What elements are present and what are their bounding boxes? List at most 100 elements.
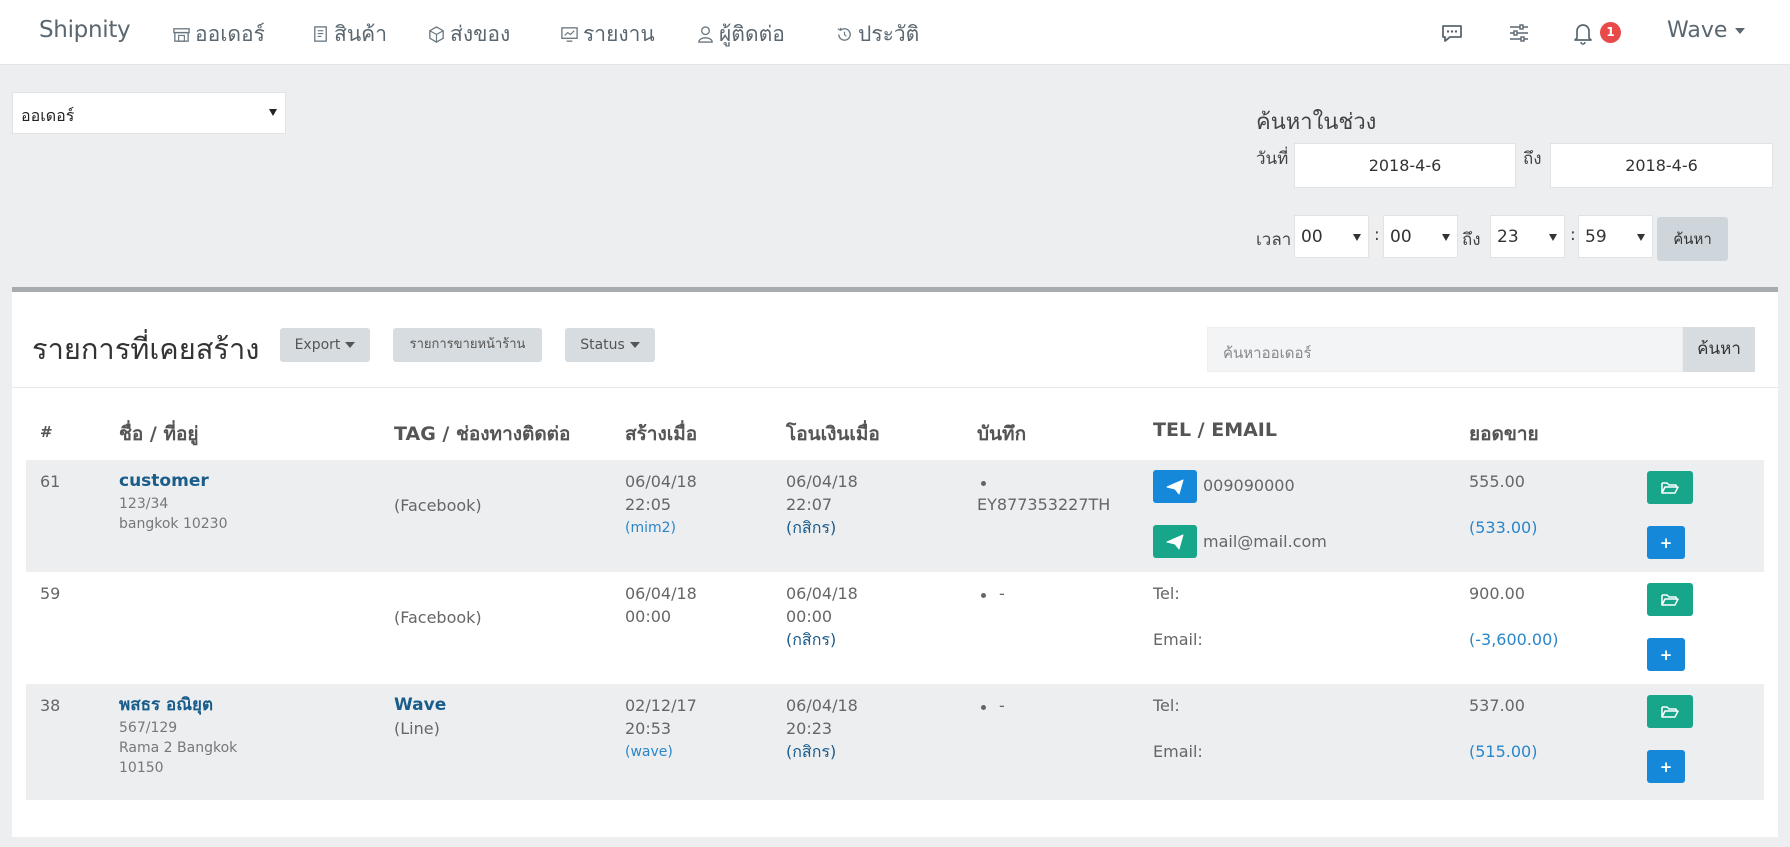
add-button[interactable]: +: [1647, 750, 1685, 783]
plus-icon: +: [1659, 534, 1673, 552]
open-order-button[interactable]: [1647, 695, 1693, 728]
date-label: วันที่: [1256, 149, 1289, 169]
send-icon: [1166, 479, 1184, 494]
nav-orders[interactable]: ออเดอร์: [172, 18, 265, 51]
total-value: 900.00: [1469, 584, 1525, 603]
email-label: Email:: [1153, 630, 1203, 649]
time-to-hour-select[interactable]: 23: [1490, 215, 1565, 258]
customer-name[interactable]: customer: [119, 470, 209, 493]
nav-reports[interactable]: รายงาน: [560, 18, 655, 51]
add-button[interactable]: +: [1647, 638, 1685, 671]
created-time: 00:00: [625, 607, 672, 626]
bell-icon[interactable]: [1570, 20, 1596, 46]
net-value: (515.00): [1469, 742, 1538, 761]
nav-products-label: สินค้า: [334, 22, 388, 46]
export-button[interactable]: Export: [280, 328, 370, 362]
chevron-down-icon: [345, 342, 356, 348]
status-button[interactable]: Status: [565, 328, 655, 362]
user-name: Wave: [1667, 18, 1728, 43]
nav-products[interactable]: สินค้า: [311, 18, 387, 51]
select-arrow-icon: [1353, 234, 1361, 241]
tag-label[interactable]: Wave: [394, 694, 446, 717]
type-select[interactable]: ออเดอร์: [12, 92, 286, 134]
plus-icon: +: [1659, 758, 1673, 776]
created-date: 06/04/18: [625, 584, 697, 603]
date-to-input[interactable]: 2018-4-6: [1550, 143, 1773, 188]
address-line: 10150: [119, 760, 164, 776]
net-value: (533.00): [1469, 518, 1538, 537]
created-by[interactable]: (mim2): [625, 517, 676, 540]
bank-name: (กสิกร): [786, 518, 837, 537]
product-icon: [314, 26, 327, 42]
folder-open-icon: [1661, 593, 1679, 606]
note-text: -: [999, 584, 1005, 603]
folder-open-icon: [1661, 705, 1679, 718]
user-menu[interactable]: Wave: [1667, 18, 1746, 43]
send-sms-button[interactable]: [1153, 470, 1197, 503]
tel-value: 009090000: [1203, 476, 1295, 495]
time-to-hour-value: 23: [1497, 227, 1519, 247]
report-icon: [561, 27, 578, 42]
address-line: 567/129: [119, 720, 178, 736]
col-header-id: #: [40, 423, 53, 441]
date-to-label: ถึง: [1523, 149, 1542, 169]
table-row[interactable]: 38 พสธร อณิยุต 567/129 Rama 2 Bangkok 10…: [26, 684, 1764, 800]
note-text: EY877353227TH: [977, 495, 1111, 514]
settings-sliders-icon[interactable]: [1506, 20, 1532, 46]
email-label: Email:: [1153, 742, 1203, 761]
order-search-button[interactable]: ค้นหา: [1683, 327, 1755, 372]
address-line: 123/34: [119, 496, 169, 512]
table-row[interactable]: 59 (Facebook) 06/04/18 00:00 06/04/18 00…: [26, 572, 1764, 684]
pos-button[interactable]: รายการขายหน้าร้าน: [393, 328, 542, 362]
time-from-minute-select[interactable]: 00: [1383, 215, 1458, 258]
chevron-down-icon: [1735, 27, 1746, 34]
created-time: 22:05: [625, 495, 672, 514]
send-email-button[interactable]: [1153, 525, 1197, 558]
total-value: 555.00: [1469, 472, 1525, 491]
address-line: bangkok 10230: [119, 516, 228, 532]
created-time: 20:53: [625, 719, 672, 738]
open-order-button[interactable]: [1647, 471, 1693, 504]
chat-icon[interactable]: [1439, 20, 1465, 46]
nav-shipping-label: ส่งของ: [450, 22, 511, 46]
store-icon: [173, 28, 190, 42]
select-arrow-icon: [1442, 234, 1450, 241]
folder-open-icon: [1661, 481, 1679, 494]
email-value: mail@mail.com: [1203, 532, 1327, 551]
customer-name[interactable]: พสธร อณิยุต: [119, 694, 213, 717]
select-arrow-icon: [1637, 234, 1645, 241]
panel-title: รายการที่เคยสร้าง: [32, 332, 260, 366]
channel: (Facebook): [394, 496, 482, 515]
time-from-minute-value: 00: [1390, 227, 1412, 247]
orders-panel: รายการที่เคยสร้าง Export รายการขายหน้าร้…: [12, 287, 1778, 837]
open-order-button[interactable]: [1647, 583, 1693, 616]
date-from-input[interactable]: 2018-4-6: [1294, 143, 1516, 188]
order-search-input[interactable]: ค้นหาออเดอร์: [1207, 327, 1683, 372]
bank-name: (กสิกร): [786, 630, 837, 649]
chevron-down-icon: [629, 342, 640, 348]
time-from-hour-select[interactable]: 00: [1294, 215, 1369, 258]
brand-logo[interactable]: Shipnity: [39, 17, 131, 43]
col-header-contact: TEL / EMAIL: [1153, 419, 1277, 441]
nav-history[interactable]: ประวัติ: [835, 18, 919, 51]
paid-date: 06/04/18: [786, 696, 858, 715]
paid-time: 22:07: [786, 495, 833, 514]
plus-icon: +: [1659, 646, 1673, 664]
paid-time: 00:00: [786, 607, 833, 626]
nav-orders-label: ออเดอร์: [195, 22, 265, 46]
range-search-button[interactable]: ค้นหา: [1657, 217, 1728, 261]
type-select-value: ออเดอร์: [21, 106, 75, 125]
table-row[interactable]: 61 customer 123/34 bangkok 10230 (Facebo…: [26, 460, 1764, 572]
nav-contacts[interactable]: ผู้ติดต่อ: [696, 18, 785, 51]
add-button[interactable]: +: [1647, 526, 1685, 559]
row-id: 59: [40, 584, 61, 603]
created-date: 02/12/17: [625, 696, 697, 715]
user-icon: [698, 26, 713, 43]
box-icon: [429, 26, 444, 43]
time-to-minute-select[interactable]: 59: [1578, 215, 1653, 258]
net-value: (-3,600.00): [1469, 630, 1559, 649]
nav-shipping[interactable]: ส่งของ: [427, 18, 510, 51]
paid-date: 06/04/18: [786, 584, 858, 603]
created-by[interactable]: (wave): [625, 741, 673, 764]
col-header-total: ยอดขาย: [1469, 423, 1539, 445]
